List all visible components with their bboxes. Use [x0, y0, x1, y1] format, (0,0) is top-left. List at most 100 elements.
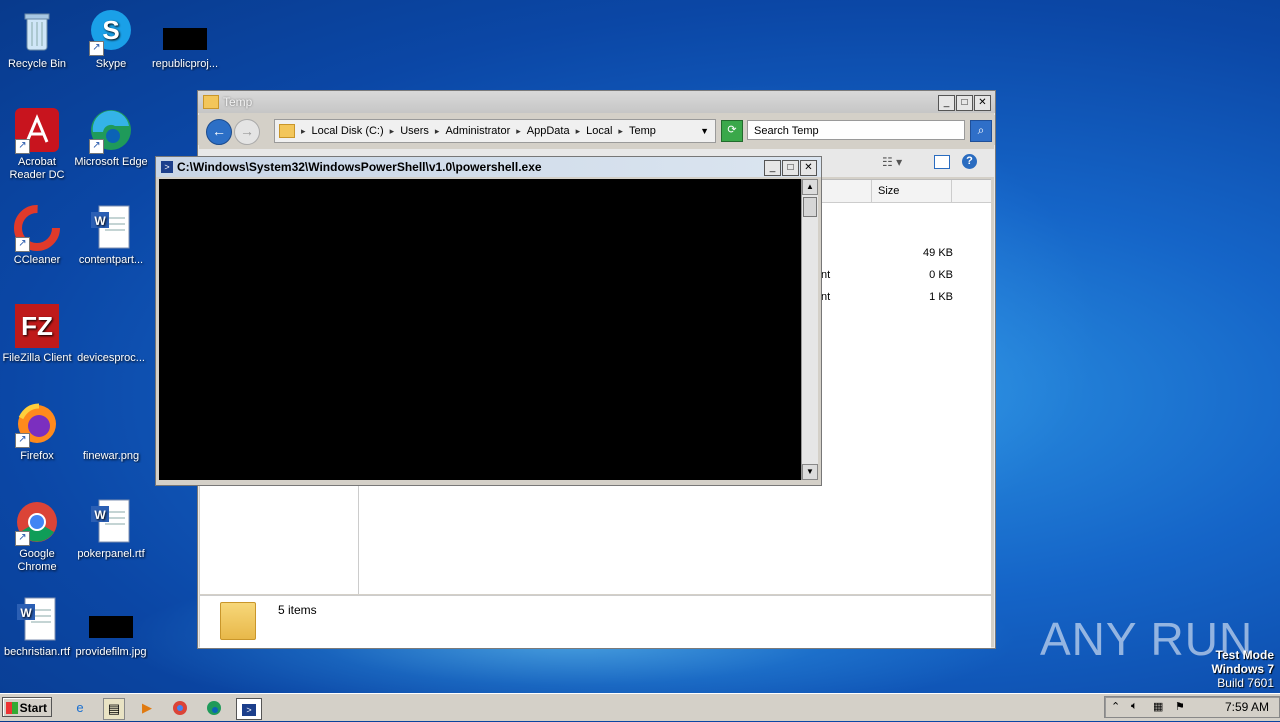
black-file-icon	[161, 8, 209, 56]
back-button[interactable]: ←	[206, 119, 232, 145]
explorer-title-bar[interactable]: Temp _ □ ✕	[198, 91, 995, 113]
clock[interactable]: 7:59 AM	[1225, 700, 1269, 714]
powershell-title-bar[interactable]: > C:\Windows\System32\WindowsPowerShell\…	[156, 157, 821, 177]
close-button[interactable]: ✕	[800, 160, 817, 176]
system-info: Test Mode Windows 7 Build 7601	[1211, 648, 1274, 690]
chrome-icon: ↗	[13, 498, 61, 546]
breadcrumb-item[interactable]: Users	[390, 125, 429, 137]
desktop-icon-ccleaner[interactable]: ↗ CCleaner	[0, 204, 74, 267]
address-dropdown-icon[interactable]: ▼	[700, 126, 709, 136]
desktop-icon-acrobat[interactable]: ↗ Acrobat Reader DC	[0, 106, 74, 182]
recycle-bin-icon	[13, 8, 61, 56]
desktop-icon-label: providefilm.jpg	[75, 646, 147, 658]
desktop-icon-chrome[interactable]: ↗ Google Chrome	[0, 498, 74, 574]
network-icon[interactable]: ▦	[1153, 700, 1163, 713]
breadcrumb-item[interactable]: Local	[576, 125, 612, 137]
details-pane: 5 items	[200, 595, 991, 648]
console-output[interactable]	[159, 179, 801, 480]
desktop-icon-label: CCleaner	[13, 254, 61, 266]
refresh-button[interactable]: ⟳	[721, 120, 743, 142]
folder-icon	[279, 124, 295, 138]
preview-pane-icon[interactable]	[934, 155, 950, 169]
shortcut-arrow-icon: ↗	[15, 139, 30, 154]
folder-icon	[203, 95, 219, 109]
taskbar: Start e ▤ ▶ > ⌃ 🔈︎ ▦ ⚑ 7:59 AM	[0, 693, 1280, 721]
edge-icon: ↗	[87, 106, 135, 154]
desktop-icon-bechristian[interactable]: W bechristian.rtf	[0, 596, 74, 659]
desktop-icon-contentpart[interactable]: W contentpart...	[74, 204, 148, 267]
breadcrumb-item[interactable]: Temp	[618, 125, 656, 137]
address-bar-area: ← → Local Disk (C:) Users Administrator …	[198, 115, 995, 145]
desktop-icon-filezilla[interactable]: FZ FileZilla Client	[0, 302, 74, 365]
help-icon[interactable]: ?	[962, 154, 977, 169]
folder-large-icon	[220, 602, 256, 640]
chrome-taskbar-icon[interactable]	[170, 698, 190, 718]
explorer-title: Temp	[223, 95, 253, 109]
powershell-icon: >	[161, 161, 173, 173]
action-center-flag-icon[interactable]: ⚑	[1175, 700, 1185, 713]
address-bar[interactable]: Local Disk (C:) Users Administrator AppD…	[274, 119, 716, 143]
vertical-scrollbar[interactable]: ▲ ▼	[801, 179, 818, 480]
scroll-down-icon[interactable]: ▼	[802, 464, 818, 480]
scroll-thumb[interactable]	[803, 197, 817, 217]
desktop-icon-pokerpanel[interactable]: W pokerpanel.rtf	[74, 498, 148, 561]
desktop-icon-skype[interactable]: S ↗ Skype	[74, 8, 148, 71]
volume-icon[interactable]: 🔈︎	[1131, 700, 1138, 713]
show-hidden-icons-icon[interactable]: ⌃	[1111, 700, 1120, 713]
start-button[interactable]: Start	[2, 697, 52, 717]
desktop-icon-firefox[interactable]: ↗ Firefox	[0, 400, 74, 463]
svg-text:W: W	[94, 214, 106, 228]
build-label: Build 7601	[1217, 676, 1274, 690]
view-options-icon[interactable]: ☷ ▾	[882, 155, 902, 169]
desktop-icon-edge[interactable]: ↗ Microsoft Edge	[74, 106, 148, 169]
minimize-button[interactable]: _	[764, 160, 781, 176]
breadcrumb-item[interactable]: Local Disk (C:)	[301, 125, 384, 137]
breadcrumb-item[interactable]: Administrator	[435, 125, 510, 137]
desktop-icon-label: devicesproc...	[77, 352, 145, 364]
item-count: 5 items	[278, 603, 317, 617]
powershell-title: C:\Windows\System32\WindowsPowerShell\v1…	[177, 160, 542, 174]
file-size: 1 KB	[929, 291, 953, 303]
acrobat-icon: ↗	[13, 106, 61, 154]
media-player-icon[interactable]: ▶	[137, 698, 157, 718]
minimize-button[interactable]: _	[938, 95, 955, 111]
forward-button[interactable]: →	[234, 119, 260, 145]
desktop-icon-label: bechristian.rtf	[3, 646, 71, 658]
test-mode-label: Test Mode	[1215, 648, 1274, 662]
desktop-icon-providefilm[interactable]: providefilm.jpg	[74, 596, 148, 659]
search-icon[interactable]: ⌕	[970, 120, 992, 142]
shortcut-arrow-icon: ↗	[89, 139, 104, 154]
desktop-icon-label: Google Chrome	[17, 548, 57, 573]
filezilla-icon: FZ	[13, 302, 61, 350]
desktop-icon-label: Recycle Bin	[7, 58, 67, 70]
desktop-icon-label: Skype	[95, 58, 127, 70]
explorer-taskbar-icon[interactable]: ▤	[103, 698, 125, 720]
desktop-icon-label: Microsoft Edge	[74, 156, 148, 168]
scroll-up-icon[interactable]: ▲	[802, 179, 818, 195]
column-header-size[interactable]: Size	[871, 180, 951, 202]
file-size: 49 KB	[923, 247, 953, 259]
search-input[interactable]: Search Temp	[747, 120, 965, 140]
ie-icon[interactable]: e	[70, 698, 90, 718]
svg-text:W: W	[94, 508, 106, 522]
column-header-extra[interactable]	[951, 180, 991, 202]
close-button[interactable]: ✕	[974, 95, 991, 111]
desktop-icon-label: Firefox	[20, 450, 54, 462]
desktop-icon-republicproj[interactable]: republicproj...	[148, 8, 222, 71]
maximize-button[interactable]: □	[956, 95, 973, 111]
windows-logo-icon	[6, 702, 18, 714]
breadcrumb-item[interactable]: AppData	[516, 125, 570, 137]
file-type: nt	[821, 291, 831, 303]
file-size: 0 KB	[929, 269, 953, 281]
shortcut-arrow-icon: ↗	[15, 433, 30, 448]
maximize-button[interactable]: □	[782, 160, 799, 176]
powershell-taskbar-icon[interactable]: >	[236, 698, 262, 720]
desktop-icon-recycle-bin[interactable]: Recycle Bin	[0, 8, 74, 71]
edge-taskbar-icon[interactable]	[204, 698, 224, 718]
powershell-window[interactable]: > C:\Windows\System32\WindowsPowerShell\…	[155, 156, 822, 486]
desktop-icon-finewar[interactable]: finewar.png	[74, 400, 148, 463]
firefox-icon: ↗	[13, 400, 61, 448]
shortcut-arrow-icon: ↗	[15, 237, 30, 252]
desktop-icon-devicesproc[interactable]: devicesproc...	[74, 302, 148, 365]
svg-text:S: S	[102, 15, 119, 45]
